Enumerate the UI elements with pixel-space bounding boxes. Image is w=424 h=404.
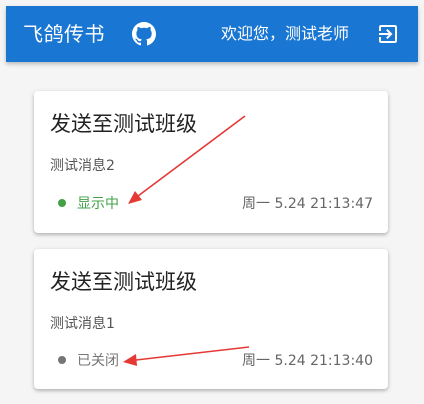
status-dot-icon [58,199,66,207]
status-label: 显示中 [77,196,119,212]
card-message: 测试消息1 [50,316,115,332]
app-title: 飞鸽传书 [23,22,105,46]
logout-icon[interactable] [376,22,400,46]
welcome-text: 欢迎您，测试老师 [221,24,350,43]
card-message: 测试消息2 [50,158,115,174]
status-dot-icon [58,356,66,364]
status-label: 已关闭 [77,353,119,369]
github-icon[interactable] [132,22,156,46]
status-indicator: 显示中 [58,194,119,214]
timestamp: 周一 5.24 21:13:47 [242,196,373,212]
app-bar: 飞鸽传书 欢迎您，测试老师 [6,6,418,62]
timestamp: 周一 5.24 21:13:40 [242,353,373,369]
notification-card[interactable]: 发送至测试班级 测试消息1 已关闭 周一 5.24 21:13:40 [34,249,388,389]
card-title: 发送至测试班级 [50,270,197,294]
notification-card[interactable]: 发送至测试班级 测试消息2 显示中 周一 5.24 21:13:47 [34,91,388,233]
status-indicator: 已关闭 [58,351,119,371]
card-title: 发送至测试班级 [50,112,197,136]
